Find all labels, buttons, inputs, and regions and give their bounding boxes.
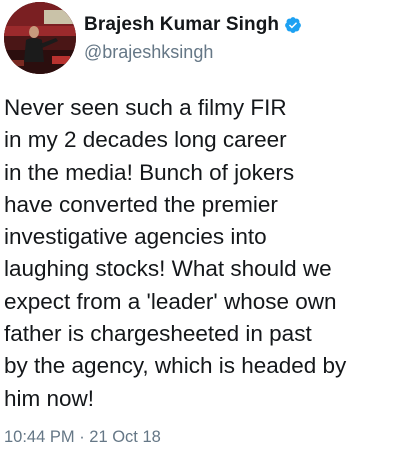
display-name[interactable]: Brajesh Kumar Singh: [84, 14, 279, 36]
tweet-text-line: in the media! Bunch of jokers: [4, 159, 295, 185]
avatar-photo: [4, 2, 76, 74]
tweet-text: Never seen such a filmy FIR in my 2 deca…: [4, 92, 398, 415]
user-handle[interactable]: @brajeshksingh: [84, 42, 213, 63]
tweet-text-line: laughing stocks! What should we: [4, 256, 332, 282]
tweet-text-line: Never seen such a filmy FIR: [4, 95, 287, 120]
tweet-timestamp[interactable]: 10:44 PM · 21 Oct 18: [4, 428, 161, 447]
tweet-text-line: in my 2 decades long career: [4, 127, 287, 153]
tweet-text-line: expect from a 'leader' whose own: [4, 288, 337, 314]
tweet-text-line: investigative agencies into: [4, 224, 267, 250]
tweet-header: Brajesh Kumar Singh @brajeshksingh: [4, 2, 396, 74]
tweet-text-line: him now!: [4, 385, 95, 411]
avatar[interactable]: [4, 2, 76, 74]
tweet-text-line: father is chargesheeted in past: [4, 321, 312, 347]
name-row: Brajesh Kumar Singh: [84, 14, 302, 36]
verified-badge-icon: [284, 16, 302, 34]
tweet-text-line: have converted the premier: [4, 191, 278, 217]
tweet-text-line: by the agency, which is headed by: [4, 353, 347, 379]
tweet-card: Brajesh Kumar Singh @brajeshksingh Never…: [0, 0, 400, 459]
